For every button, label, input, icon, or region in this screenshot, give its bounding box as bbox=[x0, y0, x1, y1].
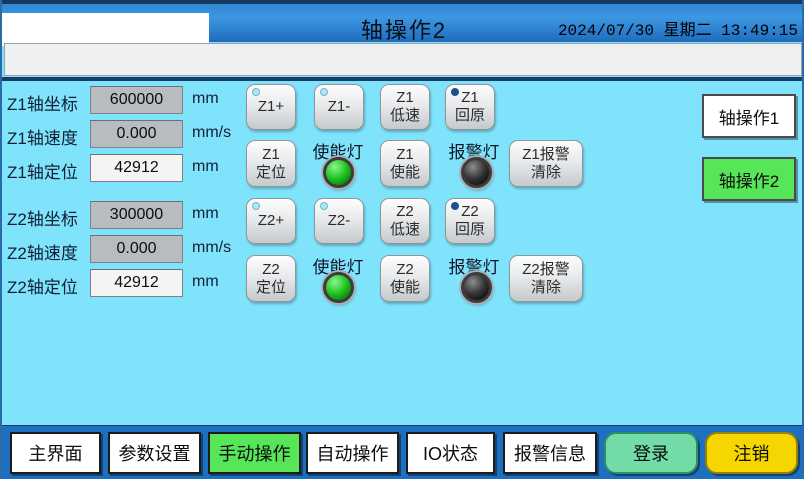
z1-jog-plus-button[interactable]: Z1+ bbox=[246, 84, 296, 130]
z1-speed-unit: mm/s bbox=[192, 124, 231, 142]
indicator-dot-icon bbox=[451, 202, 459, 210]
z2-enable-button[interactable]: Z2 使能 bbox=[380, 255, 430, 302]
z1-coord-display: 600000 bbox=[90, 86, 183, 114]
z1-enable-button[interactable]: Z1 使能 bbox=[380, 140, 430, 187]
button-label: 回原 bbox=[455, 107, 485, 125]
nav-alarm-info-button[interactable]: 报警信息 bbox=[503, 432, 597, 474]
z1-coord-label: Z1轴坐标 bbox=[7, 90, 78, 115]
z2-enable-lamp-icon bbox=[323, 272, 354, 303]
button-label: 使能 bbox=[390, 164, 420, 182]
z1-alarm-clear-button[interactable]: Z1报警 清除 bbox=[509, 140, 583, 187]
z2-position-button[interactable]: Z2 定位 bbox=[246, 255, 296, 302]
z2-speed-display: 0.000 bbox=[90, 235, 183, 263]
indicator-dot-icon bbox=[252, 88, 260, 96]
button-label: Z2- bbox=[328, 212, 351, 230]
header-bar: 轴操作2 2024/07/30 星期二 13:49:15 bbox=[2, 0, 804, 42]
z2-jog-minus-button[interactable]: Z2- bbox=[314, 198, 364, 244]
z2-position-unit: mm bbox=[192, 273, 219, 291]
z2-coord-label: Z2轴坐标 bbox=[7, 205, 78, 230]
z1-home-button[interactable]: Z1 回原 bbox=[445, 84, 495, 130]
button-label: 清除 bbox=[531, 279, 561, 297]
z1-speed-display: 0.000 bbox=[90, 120, 183, 148]
z2-speed-unit: mm/s bbox=[192, 239, 231, 257]
button-label: Z1 bbox=[396, 89, 414, 107]
button-label: 低速 bbox=[390, 107, 420, 125]
logout-button[interactable]: 注销 bbox=[705, 432, 798, 474]
z2-alarm-clear-button[interactable]: Z2报警 清除 bbox=[509, 255, 583, 302]
z1-coord-unit: mm bbox=[192, 90, 219, 108]
tab-axis-operation-1[interactable]: 轴操作1 bbox=[702, 94, 796, 138]
z2-low-speed-button[interactable]: Z2 低速 bbox=[380, 198, 430, 244]
hmi-screen: 轴操作2 2024/07/30 星期二 13:49:15 Z1轴坐标 60000… bbox=[0, 0, 804, 479]
z1-position-button[interactable]: Z1 定位 bbox=[246, 140, 296, 187]
button-label: Z2 bbox=[396, 261, 414, 279]
button-label: Z1 bbox=[396, 146, 414, 164]
z1-enable-lamp-icon bbox=[323, 157, 354, 188]
z2-jog-plus-button[interactable]: Z2+ bbox=[246, 198, 296, 244]
separator-line bbox=[2, 77, 804, 81]
login-button[interactable]: 登录 bbox=[604, 432, 698, 474]
button-label: Z2报警 bbox=[522, 261, 570, 279]
indicator-dot-icon bbox=[252, 202, 260, 210]
button-label: 定位 bbox=[256, 164, 286, 182]
z2-position-input[interactable] bbox=[90, 269, 183, 297]
button-label: Z2 bbox=[396, 203, 414, 221]
z1-position-unit: mm bbox=[192, 158, 219, 176]
z1-jog-minus-button[interactable]: Z1- bbox=[314, 84, 364, 130]
z2-position-label: Z2轴定位 bbox=[7, 273, 78, 298]
indicator-dot-icon bbox=[451, 88, 459, 96]
nav-main-screen-button[interactable]: 主界面 bbox=[10, 432, 101, 474]
tab-axis-operation-2[interactable]: 轴操作2 bbox=[702, 157, 796, 201]
z1-speed-label: Z1轴速度 bbox=[7, 124, 78, 149]
nav-parameter-settings-button[interactable]: 参数设置 bbox=[108, 432, 201, 474]
button-label: Z1 bbox=[461, 89, 479, 107]
z2-coord-unit: mm bbox=[192, 205, 219, 223]
button-label: Z1 bbox=[262, 146, 280, 164]
indicator-dot-icon bbox=[320, 202, 328, 210]
z1-alarm-lamp-icon bbox=[461, 157, 492, 188]
button-label: 使能 bbox=[390, 279, 420, 297]
z2-speed-label: Z2轴速度 bbox=[7, 239, 78, 264]
z2-alarm-lamp-icon bbox=[461, 272, 492, 303]
datetime-display: 2024/07/30 星期二 13:49:15 bbox=[558, 16, 798, 40]
message-bar bbox=[4, 43, 802, 76]
nav-auto-operation-button[interactable]: 自动操作 bbox=[306, 432, 399, 474]
button-label: 回原 bbox=[455, 221, 485, 239]
indicator-dot-icon bbox=[320, 88, 328, 96]
nav-manual-operation-button[interactable]: 手动操作 bbox=[208, 432, 301, 474]
z2-coord-display: 300000 bbox=[90, 201, 183, 229]
bottom-nav-bar: 主界面 参数设置 手动操作 自动操作 IO状态 报警信息 登录 注销 bbox=[2, 425, 804, 479]
button-label: Z2+ bbox=[258, 212, 284, 230]
button-label: Z1- bbox=[328, 98, 351, 116]
z1-low-speed-button[interactable]: Z1 低速 bbox=[380, 84, 430, 130]
z1-position-label: Z1轴定位 bbox=[7, 158, 78, 183]
button-label: 清除 bbox=[531, 164, 561, 182]
z2-home-button[interactable]: Z2 回原 bbox=[445, 198, 495, 244]
button-label: Z1报警 bbox=[522, 146, 570, 164]
button-label: 定位 bbox=[256, 279, 286, 297]
button-label: Z2 bbox=[262, 261, 280, 279]
button-label: Z2 bbox=[461, 203, 479, 221]
nav-io-status-button[interactable]: IO状态 bbox=[406, 432, 495, 474]
button-label: Z1+ bbox=[258, 98, 284, 116]
button-label: 低速 bbox=[390, 221, 420, 239]
z1-position-input[interactable] bbox=[90, 154, 183, 182]
